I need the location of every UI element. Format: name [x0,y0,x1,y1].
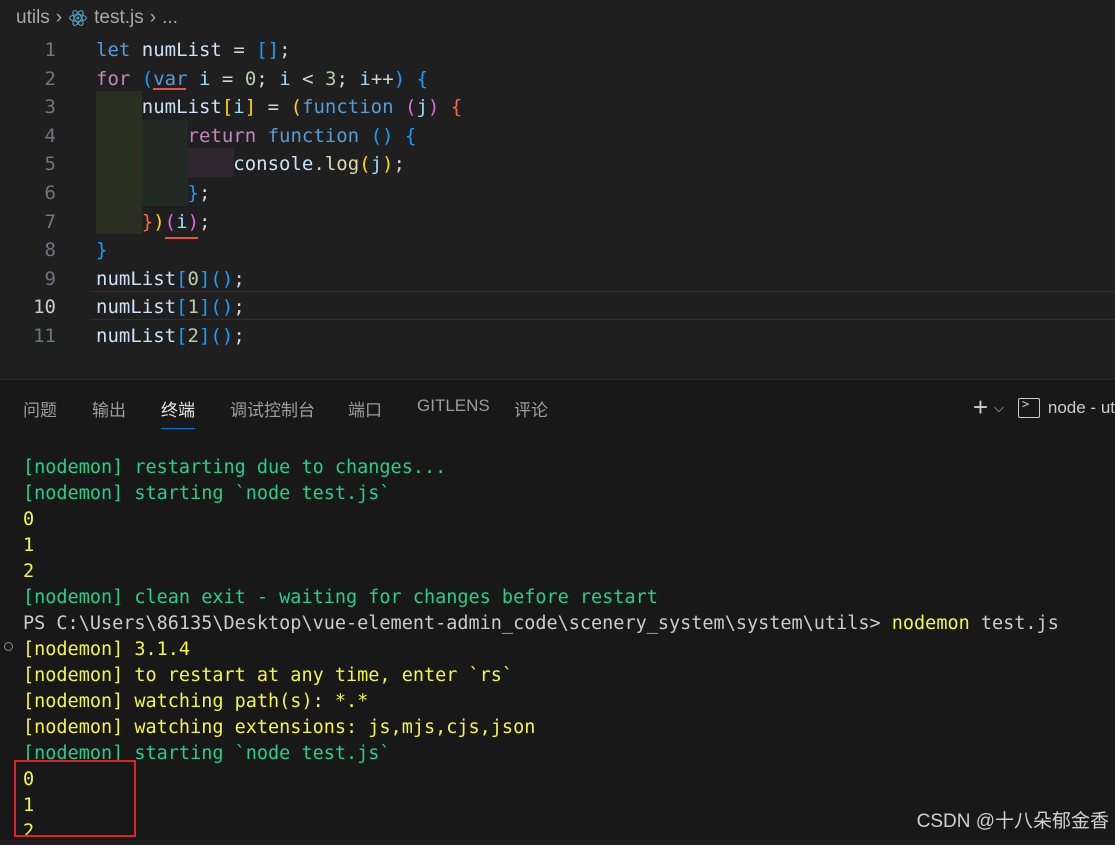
code-line: })(i); [141,210,211,233]
watermark: CSDN @十八朵郁金香 [916,811,1109,832]
panel-tabs: 问题 输出 终端 调试控制台 端口 GITLENS 评论 [0,380,1115,432]
terminal-line: [nodemon] clean exit - waiting for chang… [23,587,658,608]
terminal-output[interactable]: [nodemon] restarting due to changes... [n… [23,455,1059,845]
line-number: 3 [44,96,56,119]
new-terminal-icon[interactable]: + [973,392,988,423]
breadcrumb-file[interactable]: test.js [94,7,144,29]
terminal-line: 0 [23,509,35,530]
terminal-line: [nodemon] to restart at any time, enter … [23,665,514,686]
tab-ports[interactable]: 端口 [348,396,382,421]
terminal-line: 0 [23,769,35,790]
line-number: 4 [44,124,56,147]
terminal-line: PS C:\Users\86135\Desktop\vue-element-ad… [23,613,1059,634]
tab-debug-console[interactable]: 调试控制台 [230,396,315,421]
chevron-right-icon: › [55,7,63,28]
highlight-box [14,760,136,837]
code-line: return function () { [187,124,417,147]
error-squiggle [153,88,186,90]
line-number: 7 [44,210,56,233]
terminal-line: 1 [23,795,35,816]
line-number: 1 [44,39,56,61]
breadcrumb-folder[interactable]: utils [16,7,50,29]
tab-comments[interactable]: 评论 [514,396,548,421]
tab-output[interactable]: 输出 [92,396,126,421]
breadcrumb-more[interactable]: ... [162,7,178,29]
code-line: } [96,239,108,262]
terminal-line: [nodemon] watching extensions: js,mjs,cj… [23,717,536,738]
code-line: numList[0](); [96,267,245,290]
line-number: 8 [44,239,56,262]
code-line: numList[2](); [96,325,245,347]
code-line: numList[i] = (function (j) { [141,96,463,119]
code-line: for (var i = 0; i < 3; i++) { [96,67,429,90]
line-number: 11 [33,325,56,347]
terminal-line: [nodemon] starting `node test.js` [23,483,391,504]
code-line: numList[1](); [96,296,245,319]
line-number: 6 [44,182,56,204]
chevron-down-icon[interactable]: ⌵ [994,400,1004,416]
terminal-line: [nodemon] restarting due to changes... [23,457,447,478]
terminal-line: [nodemon] watching path(s): *.* [23,691,369,712]
line-number-active: 10 [33,296,56,319]
terminal-line: [nodemon] starting `node test.js` [23,743,391,764]
tab-gitlens[interactable]: GITLENS [417,396,490,416]
code-editor[interactable]: 1 let numList = []; 2 for (var i = 0; i < … [0,36,1115,379]
tab-terminal[interactable]: 终端 [161,396,195,429]
panel-actions: + ⌵ node - ut [973,392,1115,423]
bottom-panel: 问题 输出 终端 调试控制台 端口 GITLENS 评论 + ⌵ node - … [0,379,1115,842]
react-file-icon [69,10,88,26]
terminal-label[interactable]: node - ut [1048,398,1115,418]
tab-problems[interactable]: 问题 [23,396,57,421]
code-line: let numList = []; [96,39,291,61]
line-number: 5 [44,153,56,176]
command-decoration-icon[interactable] [4,642,13,651]
code-line: }; [187,182,211,204]
line-number: 2 [44,67,56,90]
chevron-right-icon: › [149,7,157,28]
terminal-line: [nodemon] 3.1.4 [23,639,191,660]
terminal-line: 2 [23,561,35,582]
breadcrumb: utils › test.js › ... [0,0,1115,36]
line-number: 9 [44,267,56,290]
code-line: console.log(j); [233,153,405,176]
terminal-line: 2 [23,821,35,842]
terminal-icon[interactable] [1017,397,1040,418]
terminal-line: 1 [23,535,35,556]
